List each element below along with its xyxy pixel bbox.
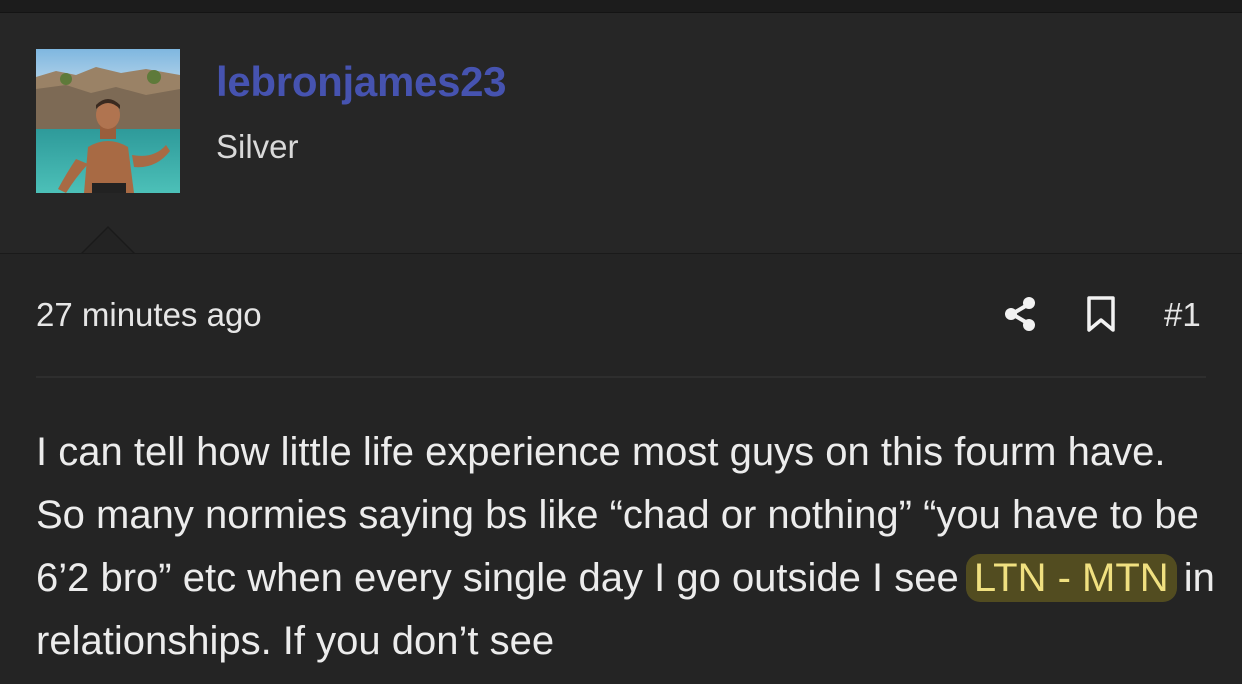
bookmark-icon (1087, 296, 1115, 332)
highlighted-text: LTN - MTN (965, 554, 1177, 602)
top-bar (0, 0, 1242, 13)
post-number-link[interactable]: #1 (1164, 296, 1201, 334)
share-button[interactable] (1000, 294, 1040, 334)
post-body: I can tell how little life experience mo… (36, 421, 1216, 673)
meta-divider (36, 376, 1206, 378)
user-rank-title: Silver (216, 128, 299, 165)
avatar-image (36, 49, 180, 193)
user-info-block (0, 13, 1242, 253)
bookmark-button[interactable] (1082, 294, 1120, 334)
username-link[interactable]: lebronjames23 (216, 58, 507, 106)
header-divider (0, 253, 1242, 254)
share-icon (1005, 297, 1035, 331)
speech-notch (82, 228, 134, 254)
post-timestamp[interactable]: 27 minutes ago (36, 296, 262, 334)
avatar[interactable] (36, 49, 180, 193)
